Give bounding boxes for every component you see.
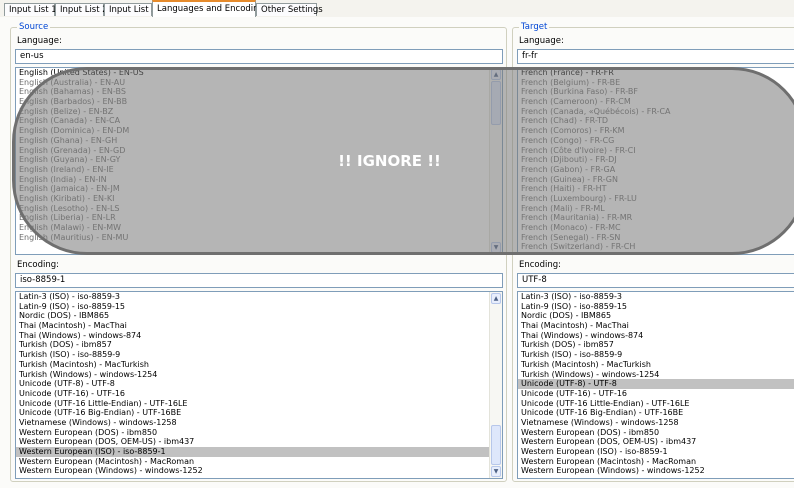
- list-item[interactable]: Turkish (ISO) - iso-8859-9: [16, 350, 502, 360]
- chevron-up-icon[interactable]: ▲: [491, 293, 501, 304]
- source-encoding-list[interactable]: Latin-3 (ISO) - iso-8859-3 Latin-9 (ISO) …: [15, 291, 503, 479]
- list-item[interactable]: Turkish (Macintosh) - MacTurkish: [518, 360, 794, 370]
- source-encoding-scrollbar[interactable]: ▲ ▼: [489, 292, 502, 478]
- list-item[interactable]: Unicode (UTF-8) - UTF-8: [518, 379, 794, 389]
- tab-input-list-1[interactable]: Input List 1: [4, 3, 57, 16]
- target-encoding-list[interactable]: Latin-3 (ISO) - iso-8859-3 Latin-9 (ISO) …: [517, 291, 794, 479]
- target-encoding-rows: Latin-3 (ISO) - iso-8859-3 Latin-9 (ISO) …: [518, 292, 794, 476]
- target-language-label: Language:: [519, 36, 564, 46]
- chevron-down-icon[interactable]: ▼: [491, 466, 501, 477]
- list-item[interactable]: Western European (Macintosh) - MacRoman: [16, 457, 502, 467]
- list-item[interactable]: Latin-3 (ISO) - iso-8859-3: [518, 292, 794, 302]
- source-encoding-label: Encoding:: [17, 260, 60, 270]
- list-item[interactable]: Thai (Windows) - windows-874: [518, 331, 794, 341]
- list-item[interactable]: Unicode (UTF-16 Big-Endian) - UTF-16BE: [16, 408, 502, 418]
- list-item[interactable]: Vietnamese (Windows) - windows-1258: [16, 418, 502, 428]
- list-item[interactable]: Latin-9 (ISO) - iso-8859-15: [518, 302, 794, 312]
- tab-languages-and-encodings[interactable]: Languages and Encodings: [152, 0, 268, 18]
- list-item[interactable]: Thai (Macintosh) - MacThai: [518, 321, 794, 331]
- tab-input-list-2[interactable]: Input List 2: [55, 3, 108, 16]
- list-item[interactable]: Latin-9 (ISO) - iso-8859-15: [16, 302, 502, 312]
- target-encoding-input[interactable]: UTF-8: [517, 273, 794, 288]
- list-item[interactable]: Western European (DOS, OEM-US) - ibm437: [16, 437, 502, 447]
- tab-input-list-3[interactable]: Input List 3: [104, 3, 157, 16]
- list-item[interactable]: Turkish (DOS) - ibm857: [518, 340, 794, 350]
- list-item[interactable]: Western European (Windows) - windows-125…: [518, 466, 794, 476]
- list-item[interactable]: Western European (ISO) - iso-8859-1: [16, 447, 502, 457]
- list-item[interactable]: Unicode (UTF-16 Little-Endian) - UTF-16L…: [16, 399, 502, 409]
- list-item[interactable]: Turkish (Windows) - windows-1254: [518, 370, 794, 380]
- list-item[interactable]: Turkish (DOS) - ibm857: [16, 340, 502, 350]
- list-item[interactable]: Thai (Macintosh) - MacThai: [16, 321, 502, 331]
- list-item[interactable]: Western European (Windows) - windows-125…: [16, 466, 502, 476]
- list-item[interactable]: Nordic (DOS) - IBM865: [16, 311, 502, 321]
- list-item[interactable]: Nordic (DOS) - IBM865: [518, 311, 794, 321]
- list-item[interactable]: Turkish (Macintosh) - MacTurkish: [16, 360, 502, 370]
- list-item[interactable]: Unicode (UTF-16 Little-Endian) - UTF-16L…: [518, 399, 794, 409]
- tab-strip: Input List 1 Input List 2 Input List 3 L…: [0, 0, 794, 18]
- list-item[interactable]: Western European (DOS, OEM-US) - ibm437: [518, 437, 794, 447]
- list-item[interactable]: Unicode (UTF-16 Big-Endian) - UTF-16BE: [518, 408, 794, 418]
- source-language-input[interactable]: en-us: [15, 49, 503, 64]
- source-encoding-input[interactable]: iso-8859-1: [15, 273, 503, 288]
- list-item[interactable]: Western European (ISO) - iso-8859-1: [518, 447, 794, 457]
- scroll-thumb[interactable]: [491, 425, 501, 465]
- list-item[interactable]: Turkish (Windows) - windows-1254: [16, 370, 502, 380]
- list-item[interactable]: Thai (Windows) - windows-874: [16, 331, 502, 341]
- list-item[interactable]: Vietnamese (Windows) - windows-1258: [518, 418, 794, 428]
- list-item[interactable]: Unicode (UTF-16) - UTF-16: [518, 389, 794, 399]
- list-item[interactable]: Western European (Macintosh) - MacRoman: [518, 457, 794, 467]
- source-title: Source: [17, 21, 51, 33]
- target-language-input[interactable]: fr-fr: [517, 49, 794, 64]
- list-item[interactable]: Latin-3 (ISO) - iso-8859-3: [16, 292, 502, 302]
- target-title: Target: [519, 21, 550, 33]
- source-encoding-rows: Latin-3 (ISO) - iso-8859-3 Latin-9 (ISO) …: [16, 292, 502, 476]
- list-item[interactable]: Unicode (UTF-16) - UTF-16: [16, 389, 502, 399]
- target-encoding-label: Encoding:: [519, 260, 562, 270]
- ignore-overlay: !! IGNORE !!: [12, 67, 794, 255]
- list-item[interactable]: Western European (DOS) - ibm850: [16, 428, 502, 438]
- overlay-text: !! IGNORE !!: [338, 152, 441, 170]
- tab-other-settings[interactable]: Other Settings: [256, 3, 323, 16]
- list-item[interactable]: Unicode (UTF-8) - UTF-8: [16, 379, 502, 389]
- source-language-label: Language:: [17, 36, 62, 46]
- list-item[interactable]: Turkish (ISO) - iso-8859-9: [518, 350, 794, 360]
- list-item[interactable]: Western European (DOS) - ibm850: [518, 428, 794, 438]
